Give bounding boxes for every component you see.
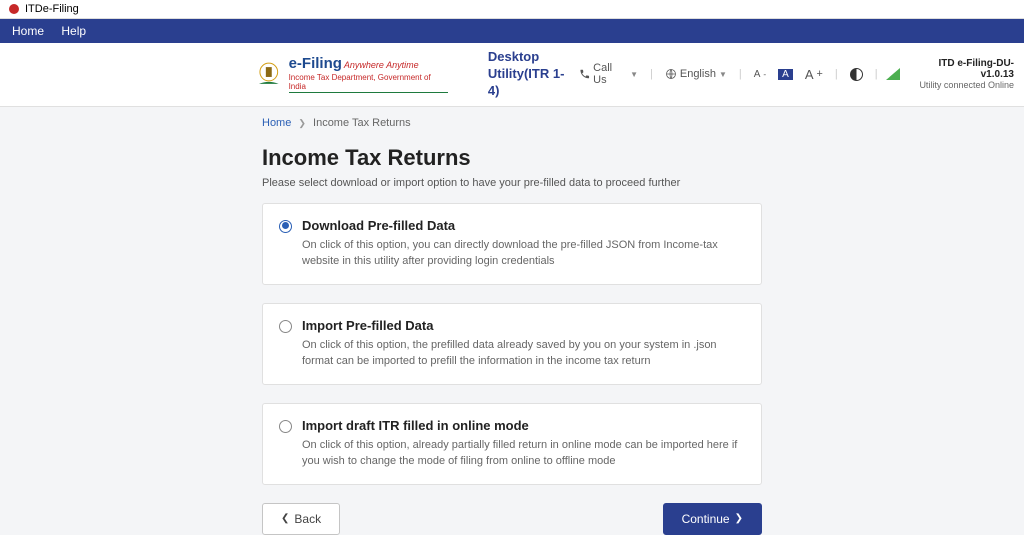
window-titlebar: ITDe-Filing	[0, 0, 1024, 19]
chevron-right-icon: ❯	[735, 513, 743, 524]
breadcrumb-current: Income Tax Returns	[313, 117, 411, 129]
app-icon	[8, 3, 20, 15]
page-subtitle: Please select download or import option …	[262, 177, 762, 189]
menubar: Home Help	[0, 19, 1024, 43]
breadcrumb-home[interactable]: Home	[262, 117, 291, 129]
option-desc: On click of this option, the prefilled d…	[302, 337, 745, 370]
option-desc: On click of this option, you can directl…	[302, 237, 745, 270]
version-label: ITD e-Filing-DU-v1.0.13	[910, 58, 1014, 80]
option-download[interactable]: Download Pre-filled Data On click of thi…	[262, 203, 762, 285]
logo-subtitle: Income Tax Department, Government of Ind…	[289, 73, 448, 91]
caret-down-icon: ▼	[630, 70, 638, 79]
radio-download[interactable]	[279, 220, 292, 233]
app-header: e-FilingAnywhere Anytime Income Tax Depa…	[0, 43, 1024, 107]
caret-down-icon: ▼	[719, 70, 727, 79]
radio-import-draft[interactable]	[279, 420, 292, 433]
contrast-toggle[interactable]	[846, 68, 867, 81]
chevron-right-icon: ❯	[298, 118, 306, 128]
connection-label: Utility connected Online	[910, 80, 1014, 90]
back-button[interactable]: ❮ Back	[262, 503, 340, 535]
signal-icon	[886, 68, 900, 80]
logo-main: e-Filing	[289, 55, 342, 72]
continue-button[interactable]: Continue ❯	[663, 503, 762, 535]
chevron-left-icon: ❮	[281, 513, 289, 524]
emblem-icon	[255, 60, 283, 88]
font-increase[interactable]: A+	[801, 67, 827, 82]
option-desc: On click of this option, already partial…	[302, 437, 745, 470]
font-decrease[interactable]: A-	[750, 69, 770, 80]
logo-area: e-FilingAnywhere Anytime Income Tax Depa…	[255, 55, 448, 93]
radio-import-prefilled[interactable]	[279, 320, 292, 333]
option-import-prefilled[interactable]: Import Pre-filled Data On click of this …	[262, 303, 762, 385]
font-default[interactable]: A	[778, 69, 793, 80]
breadcrumb: Home ❯ Income Tax Returns	[262, 117, 762, 129]
menu-help[interactable]: Help	[61, 24, 86, 38]
language-dropdown[interactable]: English ▼	[661, 68, 731, 80]
app-title: Desktop Utility(ITR 1-4)	[488, 49, 575, 100]
contrast-icon	[850, 68, 863, 81]
option-title: Download Pre-filled Data	[302, 218, 745, 233]
connection-status: ITD e-Filing-DU-v1.0.13 Utility connecte…	[886, 58, 1014, 90]
phone-icon	[579, 68, 590, 80]
option-title: Import Pre-filled Data	[302, 318, 745, 333]
app-name: ITDe-Filing	[25, 3, 79, 15]
page-title: Income Tax Returns	[262, 145, 762, 171]
call-us-dropdown[interactable]: Call Us ▼	[575, 62, 642, 86]
option-title: Import draft ITR filled in online mode	[302, 418, 745, 433]
menu-home[interactable]: Home	[12, 24, 44, 38]
logo-tagline: Anywhere Anytime	[344, 60, 419, 70]
option-import-draft[interactable]: Import draft ITR filled in online mode O…	[262, 403, 762, 485]
globe-icon	[665, 68, 677, 80]
